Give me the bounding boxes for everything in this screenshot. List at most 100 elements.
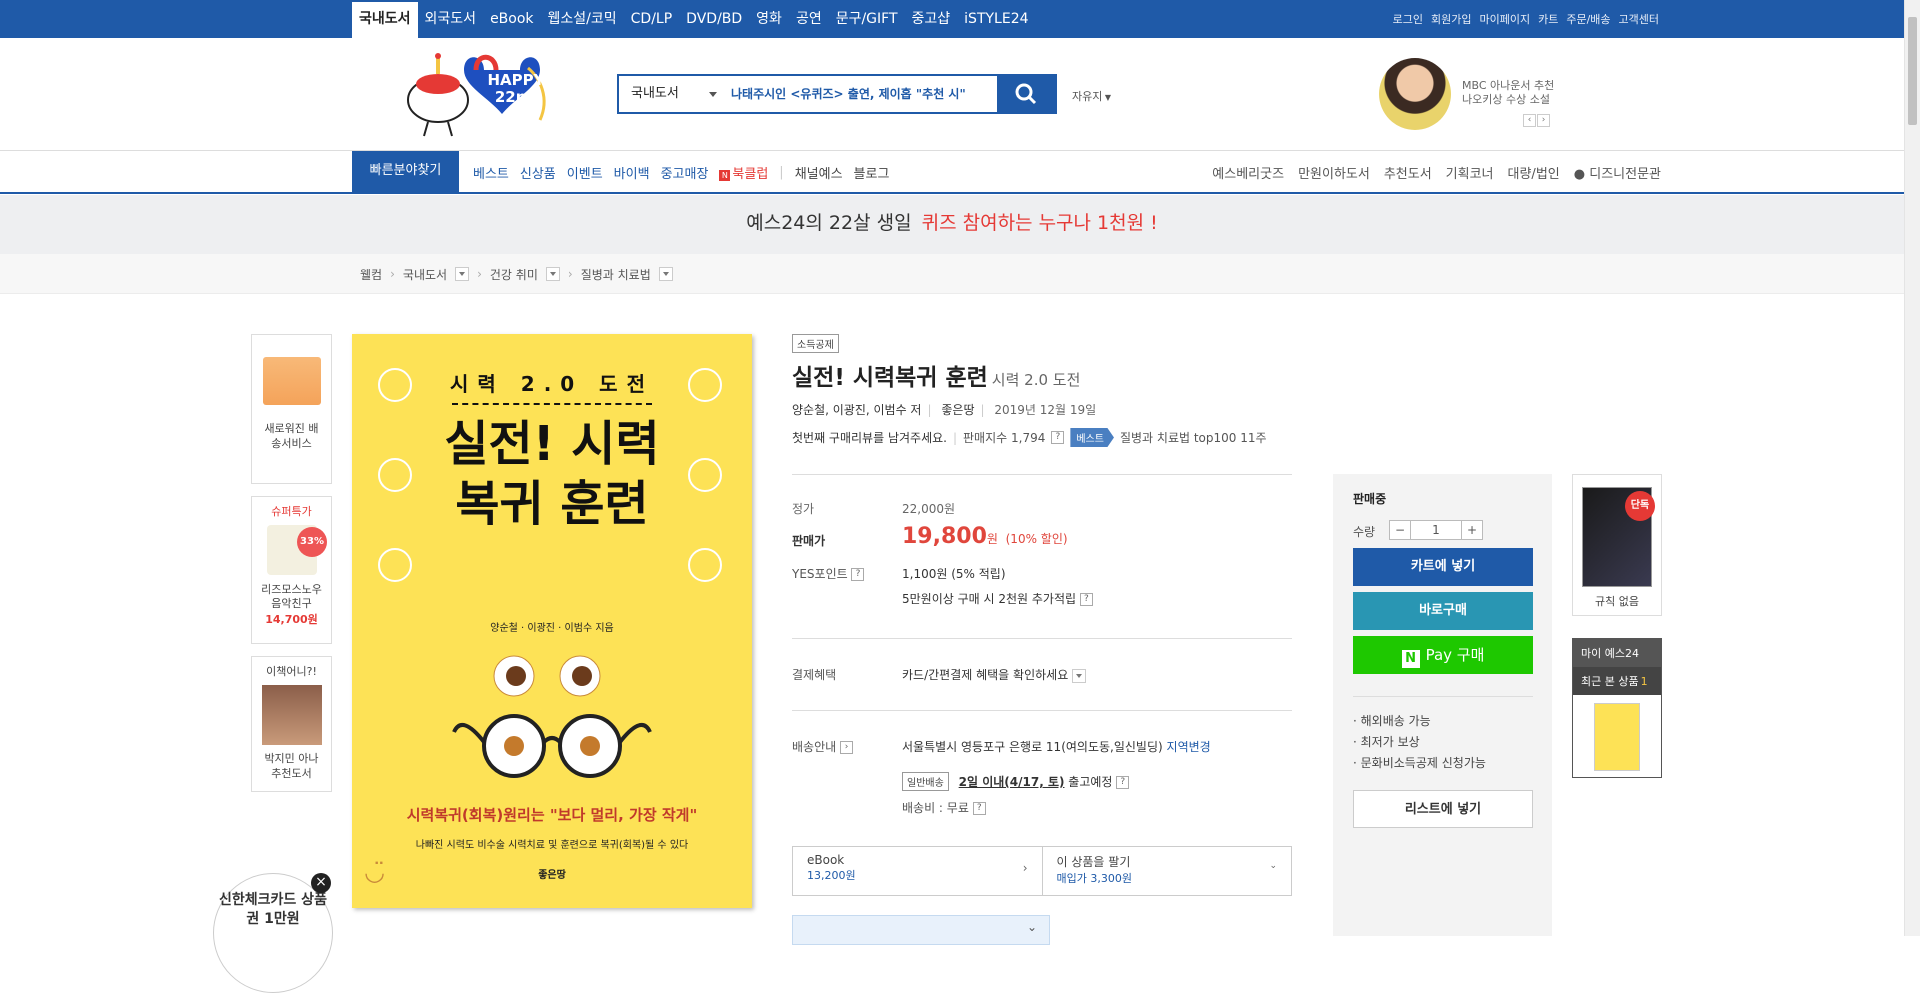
bookclub-icon: N <box>719 169 731 181</box>
chevron-right-icon[interactable]: › <box>840 741 853 754</box>
badge-label: 소득공제 <box>792 334 839 353</box>
nav-event[interactable]: 이벤트 <box>567 163 603 182</box>
cart-link[interactable]: 카트 <box>1538 11 1558 27</box>
nav-channel-yes[interactable]: 채널예스 <box>795 163 843 182</box>
super-deal-box[interactable]: 슈퍼특가 33% 리즈모스노우 음악친구 14,700원 <box>251 496 332 644</box>
orders-link[interactable]: 주문/배송 <box>1566 11 1610 27</box>
nav-curation[interactable]: 기획코너 <box>1446 163 1494 182</box>
help-icon[interactable]: ? <box>1079 593 1093 606</box>
quick-category-button[interactable]: 빠른분야찾기 <box>352 151 459 193</box>
customer-center-link[interactable]: 고객센터 <box>1619 11 1659 27</box>
minus-button[interactable]: − <box>1390 521 1410 539</box>
promo-avatar[interactable] <box>1379 58 1451 130</box>
search-input[interactable]: 나태주시인 <유퀴즈> 출연, 제이홉 "추천 시" <box>731 76 997 112</box>
crumb-home[interactable]: 웰컴 <box>360 266 382 283</box>
help-icon[interactable]: ? <box>972 802 986 815</box>
tab-ebook[interactable]: eBook <box>483 0 540 38</box>
page-scrollbar[interactable] <box>1904 0 1920 936</box>
banner-text: 예스24의 22살 생일 <box>746 212 912 234</box>
benefit-link[interactable]: 카드/간편결제 혜택을 확인하세요 <box>902 666 1087 683</box>
anniversary-logo[interactable]: HAPPY 22nd <box>390 48 590 144</box>
my-yes24-title[interactable]: 마이 예스24 <box>1573 639 1661 667</box>
help-icon[interactable]: ? <box>1116 776 1130 789</box>
tab-performance[interactable]: 공연 <box>789 0 829 38</box>
close-icon[interactable]: × <box>311 873 331 893</box>
add-to-cart-button[interactable]: 카트에 넣기 <box>1353 548 1533 586</box>
crumb-health[interactable]: 건강 취미 <box>490 266 538 283</box>
nav-blog[interactable]: 블로그 <box>854 163 890 182</box>
nav-buyback[interactable]: 바이백 <box>614 163 650 182</box>
nav-under-10k[interactable]: 만원이하도서 <box>1298 163 1370 182</box>
tab-gift[interactable]: 문구/GIFT <box>829 0 905 38</box>
nav-bookclub[interactable]: N 북클럽 <box>719 163 768 182</box>
tab-movie[interactable]: 영화 <box>749 0 789 38</box>
nav-best[interactable]: 베스트 <box>473 163 509 182</box>
nav-disney[interactable]: ● 디즈니전문관 <box>1574 163 1661 182</box>
recently-viewed-label: 최근 본 상품 <box>1581 675 1639 688</box>
top-category-bar: 국내도서 외국도서 eBook 웹소설/코믹 CD/LP DVD/BD 영화 공… <box>0 0 1904 38</box>
benefit-label: 결제혜택 <box>792 668 837 682</box>
add-to-list-button[interactable]: 리스트에 넣기 <box>1353 790 1533 828</box>
publish-date: 2019년 12월 19일 <box>994 403 1097 417</box>
points-label: YES포인트 ? <box>792 565 865 582</box>
crumb-dropdown[interactable] <box>545 267 560 281</box>
tab-istyle24[interactable]: iSTYLE24 <box>957 0 1035 38</box>
recently-viewed-header[interactable]: 최근 본 상품 1 <box>1573 667 1661 695</box>
tab-dvd-bd[interactable]: DVD/BD <box>679 0 749 38</box>
promo-text[interactable]: MBC 아나운서 추천 나오키상 수상 소설 <box>1462 79 1554 107</box>
nav-bulk[interactable]: 대량/법인 <box>1508 163 1560 182</box>
crumb-dropdown[interactable] <box>455 267 470 281</box>
delivery-service-box[interactable]: 새로워진 배송서비스 <box>251 334 332 484</box>
recent-item-thumbnail[interactable] <box>1594 703 1640 771</box>
book-cover[interactable]: 시력 2.0 도전 실전! 시력복귀 훈련 양순철 · 이광진 · 이범수 지음… <box>352 334 752 908</box>
quantity-input[interactable]: 1 <box>1410 521 1462 539</box>
event-banner[interactable]: 예스24의 22살 생일 퀴즈 참여하는 누구나 1천원 ! <box>0 195 1904 254</box>
help-icon[interactable]: ? <box>851 568 865 581</box>
nav-used-store[interactable]: 중고매장 <box>661 163 709 182</box>
nav-recommended[interactable]: 추천도서 <box>1384 163 1432 182</box>
nav-new[interactable]: 신상품 <box>520 163 556 182</box>
recommended-box[interactable]: 이책어니?! 박지민 아나 추천도서 <box>251 656 332 792</box>
sell-option[interactable]: 이 상품을 팔기 매입가 3,300원 ⌄ <box>1041 847 1292 895</box>
collapsed-panel[interactable]: ⌄ <box>792 915 1050 945</box>
tab-cd-lp[interactable]: CD/LP <box>624 0 680 38</box>
promo-next-button[interactable]: › <box>1537 114 1550 127</box>
chevron-down-icon: ⌄ <box>1026 920 1037 934</box>
scrollbar-thumb[interactable] <box>1908 17 1917 125</box>
promo-line-2: 나오키상 수상 소설 <box>1462 93 1550 106</box>
tab-used-shop[interactable]: 중고샵 <box>905 0 958 38</box>
tab-domestic-books[interactable]: 국내도서 <box>352 2 418 38</box>
search-bar: 국내도서 나태주시인 <유퀴즈> 출연, 제이홉 "추천 시" <box>617 74 1057 114</box>
help-icon[interactable]: ? <box>1051 431 1065 444</box>
plus-button[interactable]: + <box>1462 521 1482 539</box>
delivery-service-label: 새로워진 배송서비스 <box>264 422 319 450</box>
nav-yes-goods[interactable]: 예스베리굿즈 <box>1212 163 1284 182</box>
account-select[interactable]: 자유지 ▼ <box>1072 88 1111 104</box>
crumb-domestic[interactable]: 국내도서 <box>403 266 447 283</box>
change-region-link[interactable]: 지역변경 <box>1167 740 1211 754</box>
tab-webnovel[interactable]: 웹소설/코믹 <box>541 0 624 38</box>
publisher-link[interactable]: 좋은땅 <box>941 403 974 417</box>
buy-now-button[interactable]: 바로구매 <box>1353 592 1533 630</box>
crumb-dropdown[interactable] <box>658 267 673 281</box>
search-category-select[interactable]: 국내도서 <box>619 76 731 112</box>
meta-sep: | <box>927 403 932 417</box>
signup-link[interactable]: 회원가입 <box>1431 11 1471 27</box>
purchase-panel: 판매중 수량 − 1 + 카트에 넣기 바로구매 N Pay 구매 · 해외배송 … <box>1333 474 1552 936</box>
cover-deco-icon <box>688 458 722 492</box>
review-prompt-link[interactable]: 첫번째 구매리뷰를 남겨주세요. <box>792 429 947 446</box>
promo-prev-button[interactable]: ‹ <box>1523 114 1536 127</box>
exclusive-product-box[interactable]: 단독 규칙 없음 <box>1572 474 1662 616</box>
npay-button[interactable]: N Pay 구매 <box>1353 636 1533 674</box>
ebook-option[interactable]: eBook 13,200원 › <box>793 847 1042 895</box>
super-deal-title: 슈퍼특가 <box>271 505 312 518</box>
best-rank-link[interactable]: 질병과 치료법 top100 11주 <box>1120 429 1267 446</box>
crumb-disease[interactable]: 질병과 치료법 <box>581 266 651 283</box>
cover-authors: 양순철 · 이광진 · 이범수 지음 <box>490 623 614 634</box>
author-link[interactable]: 양순철, 이광진, 이범수 저 <box>792 403 921 417</box>
preview-smile-icon[interactable]: ◡̈ <box>364 858 404 886</box>
tab-foreign-books[interactable]: 외국도서 <box>418 0 484 38</box>
login-link[interactable]: 로그인 <box>1393 11 1423 27</box>
search-button[interactable] <box>997 76 1055 112</box>
mypage-link[interactable]: 마이페이지 <box>1479 11 1530 27</box>
